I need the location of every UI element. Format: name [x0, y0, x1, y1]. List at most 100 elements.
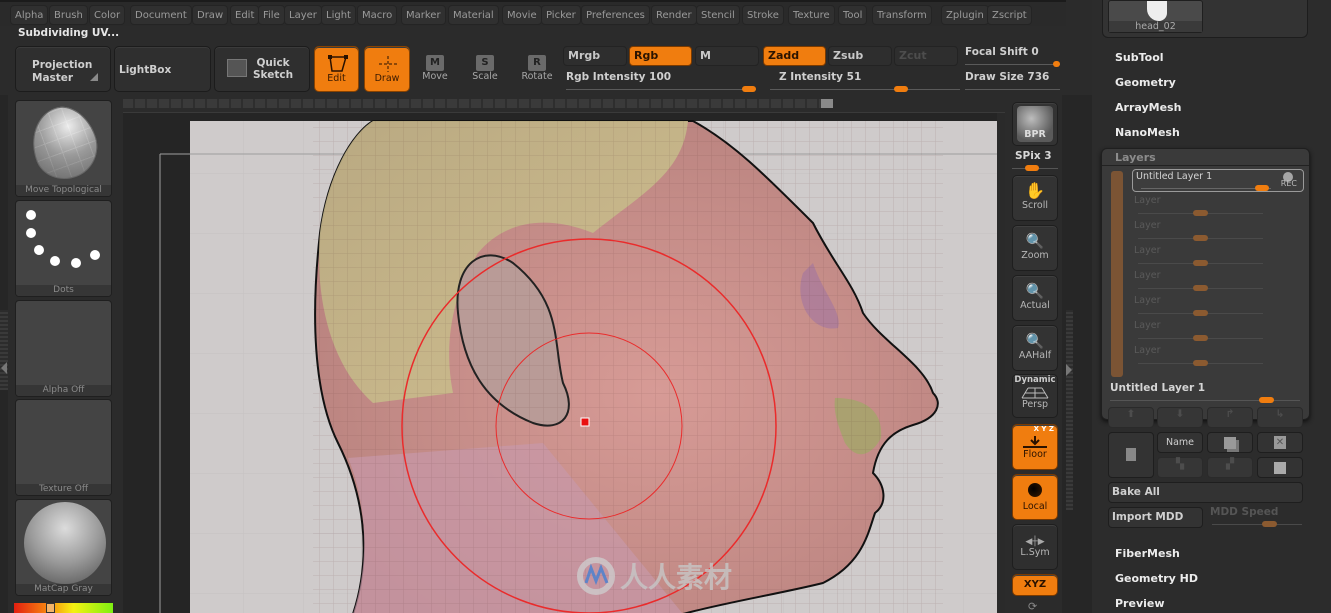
color-picker-gradient[interactable]	[14, 603, 113, 613]
menu-picker[interactable]: Picker	[541, 5, 581, 25]
draw-size-slider[interactable]	[965, 89, 1060, 90]
preview-section[interactable]: Preview	[1115, 597, 1165, 610]
menu-brush[interactable]: Brush	[49, 5, 88, 25]
rgb-intensity-slider-knob[interactable]	[742, 86, 756, 92]
layers-scrollbar[interactable]	[1111, 171, 1123, 377]
layer-slot-slider-knob[interactable]	[1193, 210, 1208, 216]
spix-slider-knob[interactable]	[1025, 165, 1039, 171]
lsym-button[interactable]: ◀┼▶ L.Sym	[1012, 524, 1058, 570]
move-layer-up-button[interactable]: ⬆	[1108, 407, 1154, 428]
active-layer-intensity-knob[interactable]	[1255, 185, 1269, 191]
material-thumbnail[interactable]: MatCap Gray	[15, 499, 112, 596]
collapse-left-tray-icon[interactable]	[1, 362, 7, 374]
scroll-button[interactable]: ✋ Scroll	[1012, 175, 1058, 221]
menu-zplugin[interactable]: Zplugin	[941, 5, 989, 25]
menu-alpha[interactable]: Alpha	[10, 5, 49, 25]
menu-transform[interactable]: Transform	[872, 5, 932, 25]
import-mdd-button[interactable]: Import MDD	[1108, 507, 1203, 528]
layer-slot-slider-knob[interactable]	[1193, 335, 1208, 341]
persp-button[interactable]: Dynamic Persp	[1012, 374, 1058, 418]
layer-slot-label[interactable]: Layer	[1134, 295, 1161, 306]
focal-shift-slider[interactable]	[965, 64, 1060, 65]
layer-redo-button[interactable]: ↱	[1207, 407, 1253, 428]
menu-light[interactable]: Light	[321, 5, 356, 25]
menu-marker[interactable]: Marker	[401, 5, 446, 25]
move-layer-down-button[interactable]: ⬇	[1157, 407, 1203, 428]
z-intensity-slider[interactable]	[770, 89, 960, 90]
copy-layer-button[interactable]	[1257, 457, 1303, 478]
brush-thumbnail[interactable]: Move Topological	[15, 100, 112, 197]
layer-undo-button[interactable]: ↳	[1257, 407, 1303, 428]
selected-layer-slider-knob[interactable]	[1259, 397, 1274, 403]
menu-preferences[interactable]: Preferences	[581, 5, 650, 25]
menu-movie[interactable]: Movie	[502, 5, 542, 25]
layer-slot-label[interactable]: Layer	[1134, 220, 1161, 231]
scale-button[interactable]: S Scale	[468, 55, 502, 82]
layer-slot-slider-knob[interactable]	[1193, 260, 1208, 266]
layer-slot-label[interactable]: Layer	[1134, 270, 1161, 281]
merge-down-button[interactable]: ▚	[1157, 457, 1203, 478]
document-canvas[interactable]: 人人素材	[123, 112, 1005, 613]
actual-button[interactable]: 🔍 Actual	[1012, 275, 1058, 321]
mrgb-button[interactable]: Mrgb	[563, 46, 627, 66]
texture-thumbnail[interactable]: Texture Off	[15, 399, 112, 496]
layer-slot-slider-knob[interactable]	[1193, 360, 1208, 366]
layer-slot-label[interactable]: Layer	[1134, 195, 1161, 206]
rotate-button[interactable]: R Rotate	[519, 55, 555, 82]
menu-draw[interactable]: Draw	[192, 5, 229, 25]
color-picker-marker[interactable]	[46, 603, 55, 613]
viewport-scene[interactable]: 人人素材	[123, 113, 1005, 613]
menu-texture[interactable]: Texture	[788, 5, 835, 25]
new-layer-button[interactable]	[1108, 432, 1154, 478]
arraymesh-section[interactable]: ArrayMesh	[1115, 101, 1181, 114]
left-tray-scrollbar[interactable]	[0, 310, 8, 390]
tool-thumbnail[interactable]: head_02	[1108, 0, 1203, 33]
menu-color[interactable]: Color	[89, 5, 126, 25]
projection-master-button[interactable]: Projection Master	[15, 46, 111, 92]
menu-document[interactable]: Document	[130, 5, 192, 25]
zoom-button[interactable]: 🔍 Zoom	[1012, 225, 1058, 271]
collapse-right-tray-icon[interactable]	[1066, 364, 1072, 376]
layer-slot-label[interactable]: Layer	[1134, 245, 1161, 256]
move-button[interactable]: M Move	[418, 55, 452, 82]
bpr-render-button[interactable]: BPR	[1012, 102, 1058, 146]
rgb-intensity-slider[interactable]	[566, 89, 756, 90]
mdd-speed-slider[interactable]	[1212, 524, 1302, 525]
bake-all-button[interactable]: Bake All	[1108, 482, 1303, 503]
geometry-section[interactable]: Geometry	[1115, 76, 1176, 89]
menu-layer[interactable]: Layer	[284, 5, 322, 25]
layer-slot-label[interactable]: Layer	[1134, 345, 1161, 356]
local-button[interactable]: Local	[1012, 474, 1058, 520]
layers-section-title[interactable]: Layers	[1115, 151, 1156, 164]
menu-render[interactable]: Render	[651, 5, 697, 25]
fibermesh-section[interactable]: FiberMesh	[1115, 547, 1180, 560]
menu-material[interactable]: Material	[448, 5, 499, 25]
rotate-xyz-button[interactable]: XYZ	[1012, 574, 1058, 596]
delete-layer-button[interactable]: ✕	[1257, 432, 1303, 453]
zadd-button[interactable]: Zadd	[763, 46, 826, 66]
layer-slot-slider-knob[interactable]	[1193, 235, 1208, 241]
zsub-button[interactable]: Zsub	[828, 46, 892, 66]
quick-sketch-button[interactable]: Quick Sketch	[214, 46, 310, 92]
alpha-thumbnail[interactable]: Alpha Off	[15, 300, 112, 397]
zcut-button[interactable]: Zcut	[894, 46, 958, 66]
layer-slot-slider-knob[interactable]	[1193, 285, 1208, 291]
nanomesh-section[interactable]: NanoMesh	[1115, 126, 1180, 139]
focal-shift-slider-knob[interactable]	[1053, 61, 1060, 67]
duplicate-layer-button[interactable]	[1207, 432, 1253, 453]
menu-stroke[interactable]: Stroke	[742, 5, 784, 25]
layer-slot-label[interactable]: Layer	[1134, 320, 1161, 331]
split-layer-button[interactable]: ▞	[1207, 457, 1253, 478]
subtool-section[interactable]: SubTool	[1115, 51, 1164, 64]
menu-zscript[interactable]: Zscript	[987, 5, 1032, 25]
active-layer-row[interactable]: Untitled Layer 1 REC	[1132, 169, 1304, 192]
right-tray-scrollbar[interactable]	[1066, 310, 1073, 510]
rgb-button[interactable]: Rgb	[629, 46, 692, 66]
menu-edit[interactable]: Edit	[230, 5, 260, 25]
rename-layer-button[interactable]: Name	[1157, 432, 1203, 453]
menu-file[interactable]: File	[258, 5, 285, 25]
draw-button[interactable]: Draw	[364, 46, 410, 92]
stroke-thumbnail[interactable]: Dots	[15, 200, 112, 297]
edit-button[interactable]: Edit	[314, 46, 359, 92]
menu-macro[interactable]: Macro	[357, 5, 398, 25]
